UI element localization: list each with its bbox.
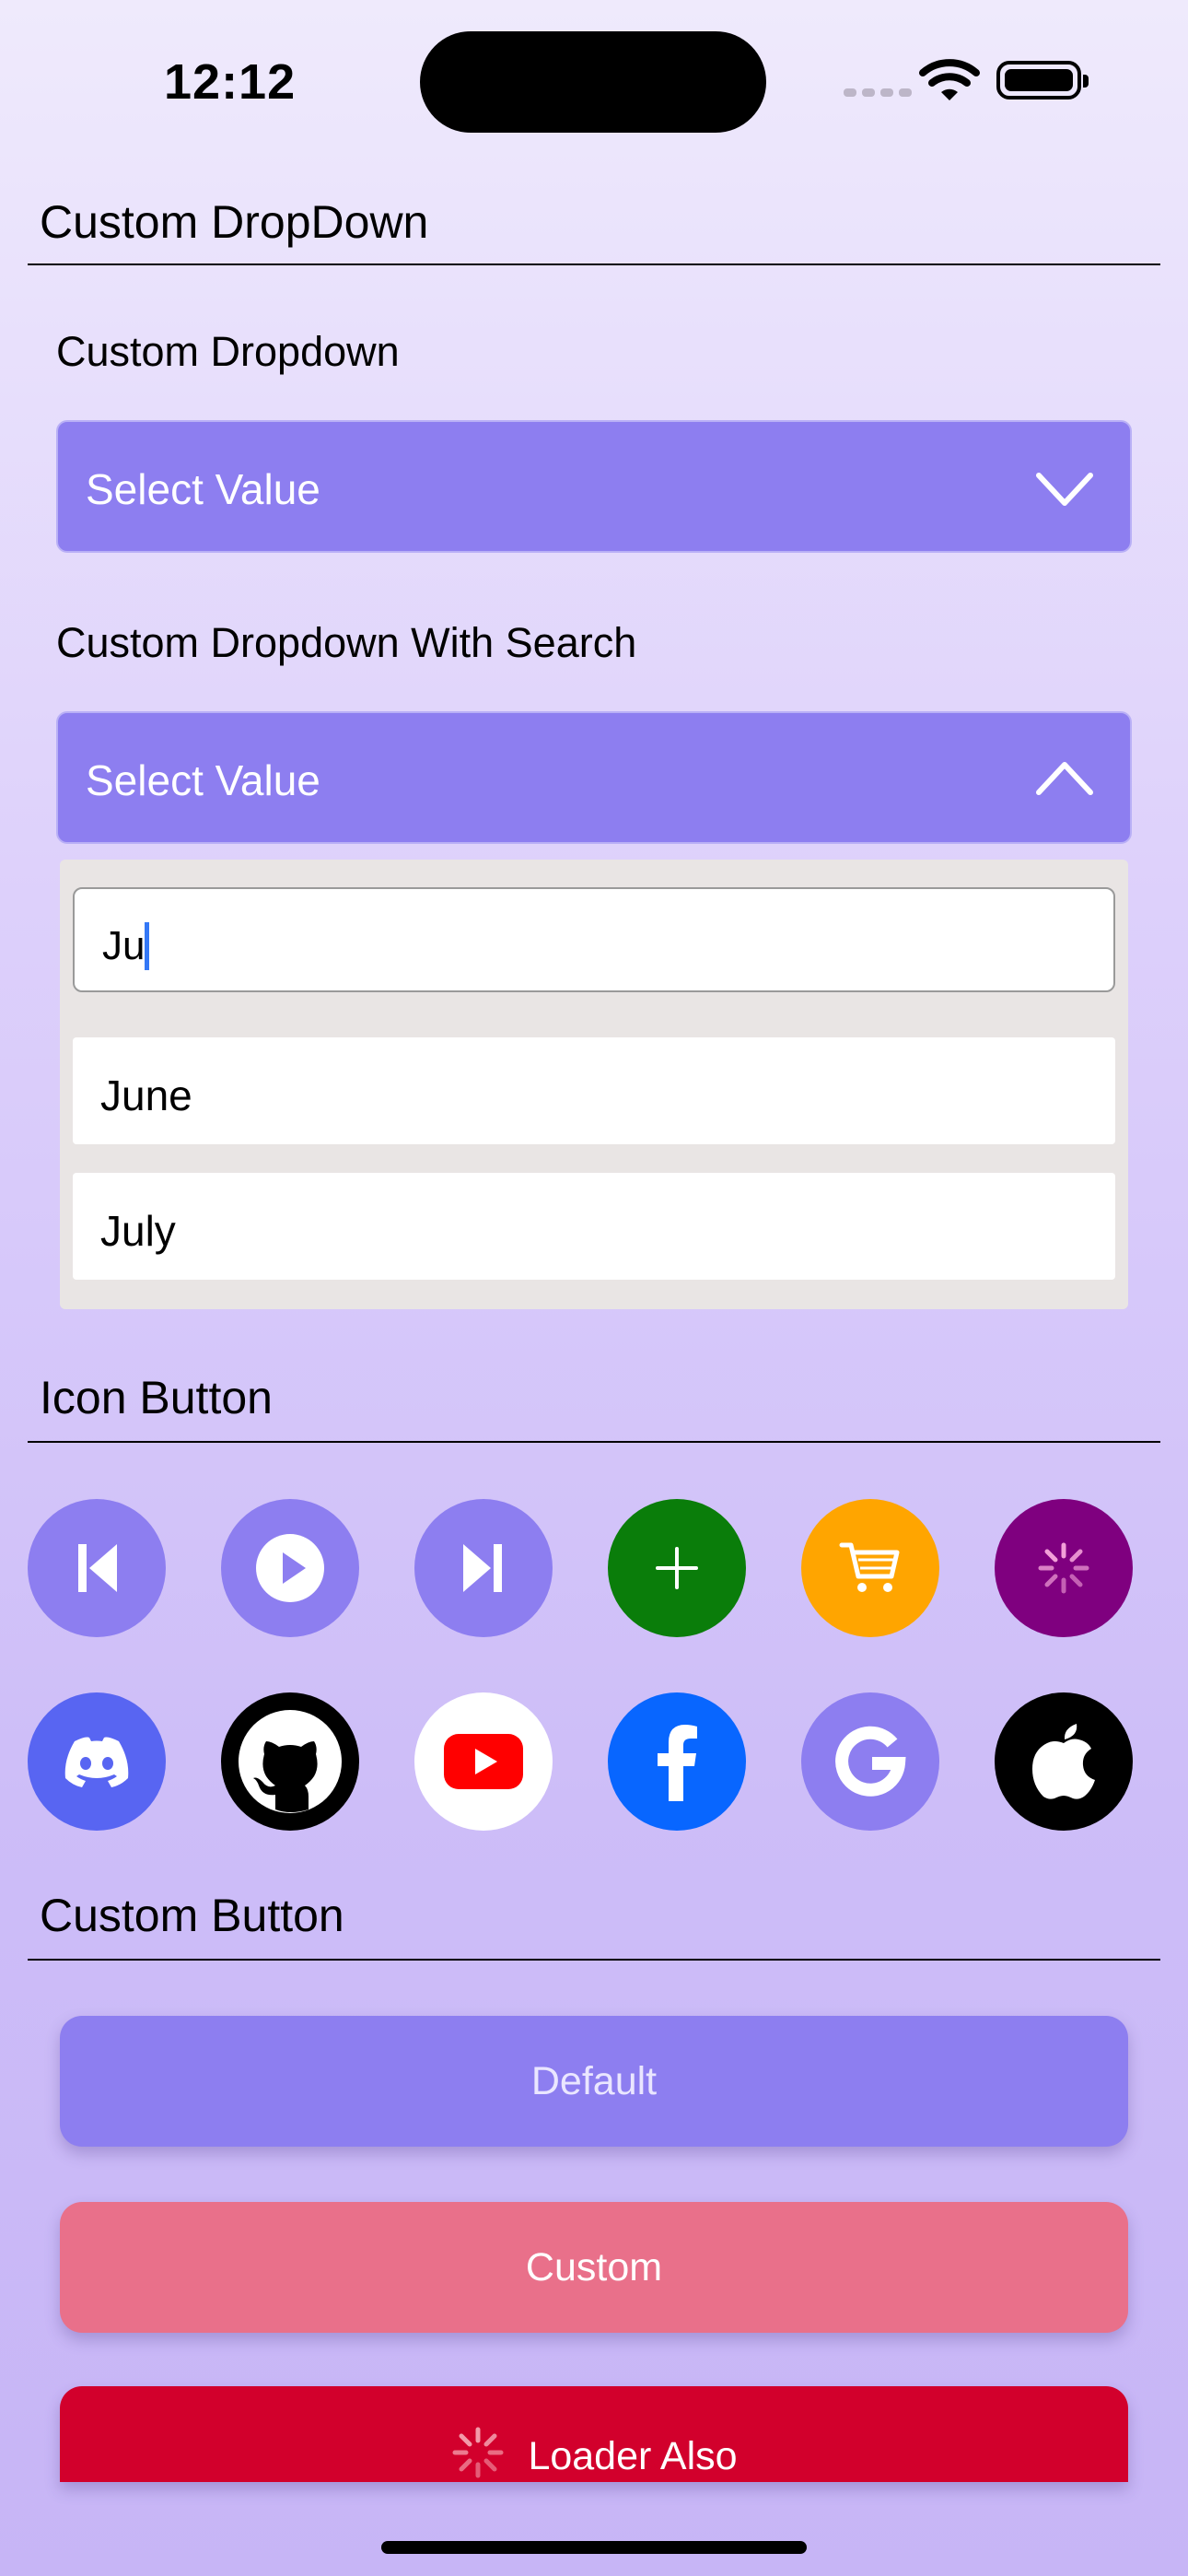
- wifi-icon: [919, 57, 980, 106]
- dropdown-search-label: Custom Dropdown With Search: [56, 619, 637, 666]
- custom-dropdown[interactable]: Select Value: [56, 420, 1132, 553]
- github-icon: [239, 1710, 342, 1813]
- cart-icon: [839, 1542, 900, 1592]
- facebook-button[interactable]: [608, 1692, 746, 1831]
- custom-button-label: Custom: [525, 2244, 663, 2289]
- text-caret: [145, 922, 150, 970]
- dropdown-option-july[interactable]: July: [73, 1173, 1115, 1280]
- play-button[interactable]: [221, 1499, 359, 1637]
- skip-back-button[interactable]: [28, 1499, 166, 1637]
- dropdown-search-input[interactable]: Ju: [73, 887, 1115, 992]
- search-input-text: Ju: [102, 923, 146, 968]
- loader-also-button[interactable]: Loader Also: [60, 2386, 1128, 2482]
- github-button[interactable]: [221, 1692, 359, 1831]
- default-button-label: Default: [530, 2058, 658, 2103]
- section-divider: [28, 1441, 1160, 1443]
- skip-forward-icon: [463, 1544, 502, 1592]
- default-button[interactable]: Default: [60, 2016, 1128, 2147]
- spinner-icon: [1038, 1542, 1089, 1594]
- custom-dropdown-search[interactable]: Select Value: [56, 711, 1132, 844]
- spinner-icon: [452, 2427, 504, 2478]
- apple-button[interactable]: [995, 1692, 1133, 1831]
- section-title-custom-button: Custom Button: [40, 1890, 344, 1941]
- chevron-up-icon: [1036, 762, 1093, 795]
- cellular-signal-icon: [844, 85, 917, 101]
- section-divider: [28, 263, 1160, 265]
- dropdown-value: Select Value: [86, 756, 320, 804]
- plus-icon: [656, 1547, 698, 1589]
- discord-button[interactable]: [28, 1692, 166, 1831]
- youtube-icon: [444, 1734, 523, 1789]
- dropdown-value: Select Value: [86, 465, 320, 513]
- dynamic-island: [420, 31, 766, 133]
- skip-back-icon: [78, 1544, 117, 1592]
- loader-button-label: Loader Also: [528, 2434, 738, 2478]
- discord-icon: [64, 1737, 129, 1787]
- google-button[interactable]: [801, 1692, 939, 1831]
- facebook-icon: [658, 1725, 697, 1801]
- apple-icon: [1032, 1724, 1095, 1799]
- custom-button[interactable]: Custom: [60, 2202, 1128, 2333]
- section-title-dropdown: Custom DropDown: [40, 196, 429, 248]
- dropdown-option-june[interactable]: June: [73, 1037, 1115, 1144]
- status-time: 12:12: [164, 54, 297, 110]
- cart-button[interactable]: [801, 1499, 939, 1637]
- section-divider: [28, 1959, 1160, 1961]
- add-button[interactable]: [608, 1499, 746, 1637]
- skip-forward-button[interactable]: [414, 1499, 553, 1637]
- google-icon: [835, 1726, 906, 1797]
- section-title-icon-button: Icon Button: [40, 1372, 273, 1423]
- battery-icon: [996, 61, 1089, 100]
- play-icon: [256, 1534, 324, 1602]
- loader-button[interactable]: [995, 1499, 1133, 1637]
- youtube-button[interactable]: [414, 1692, 553, 1831]
- chevron-down-icon: [1036, 473, 1093, 506]
- dropdown-label: Custom Dropdown: [56, 328, 400, 375]
- home-indicator[interactable]: [381, 2541, 807, 2554]
